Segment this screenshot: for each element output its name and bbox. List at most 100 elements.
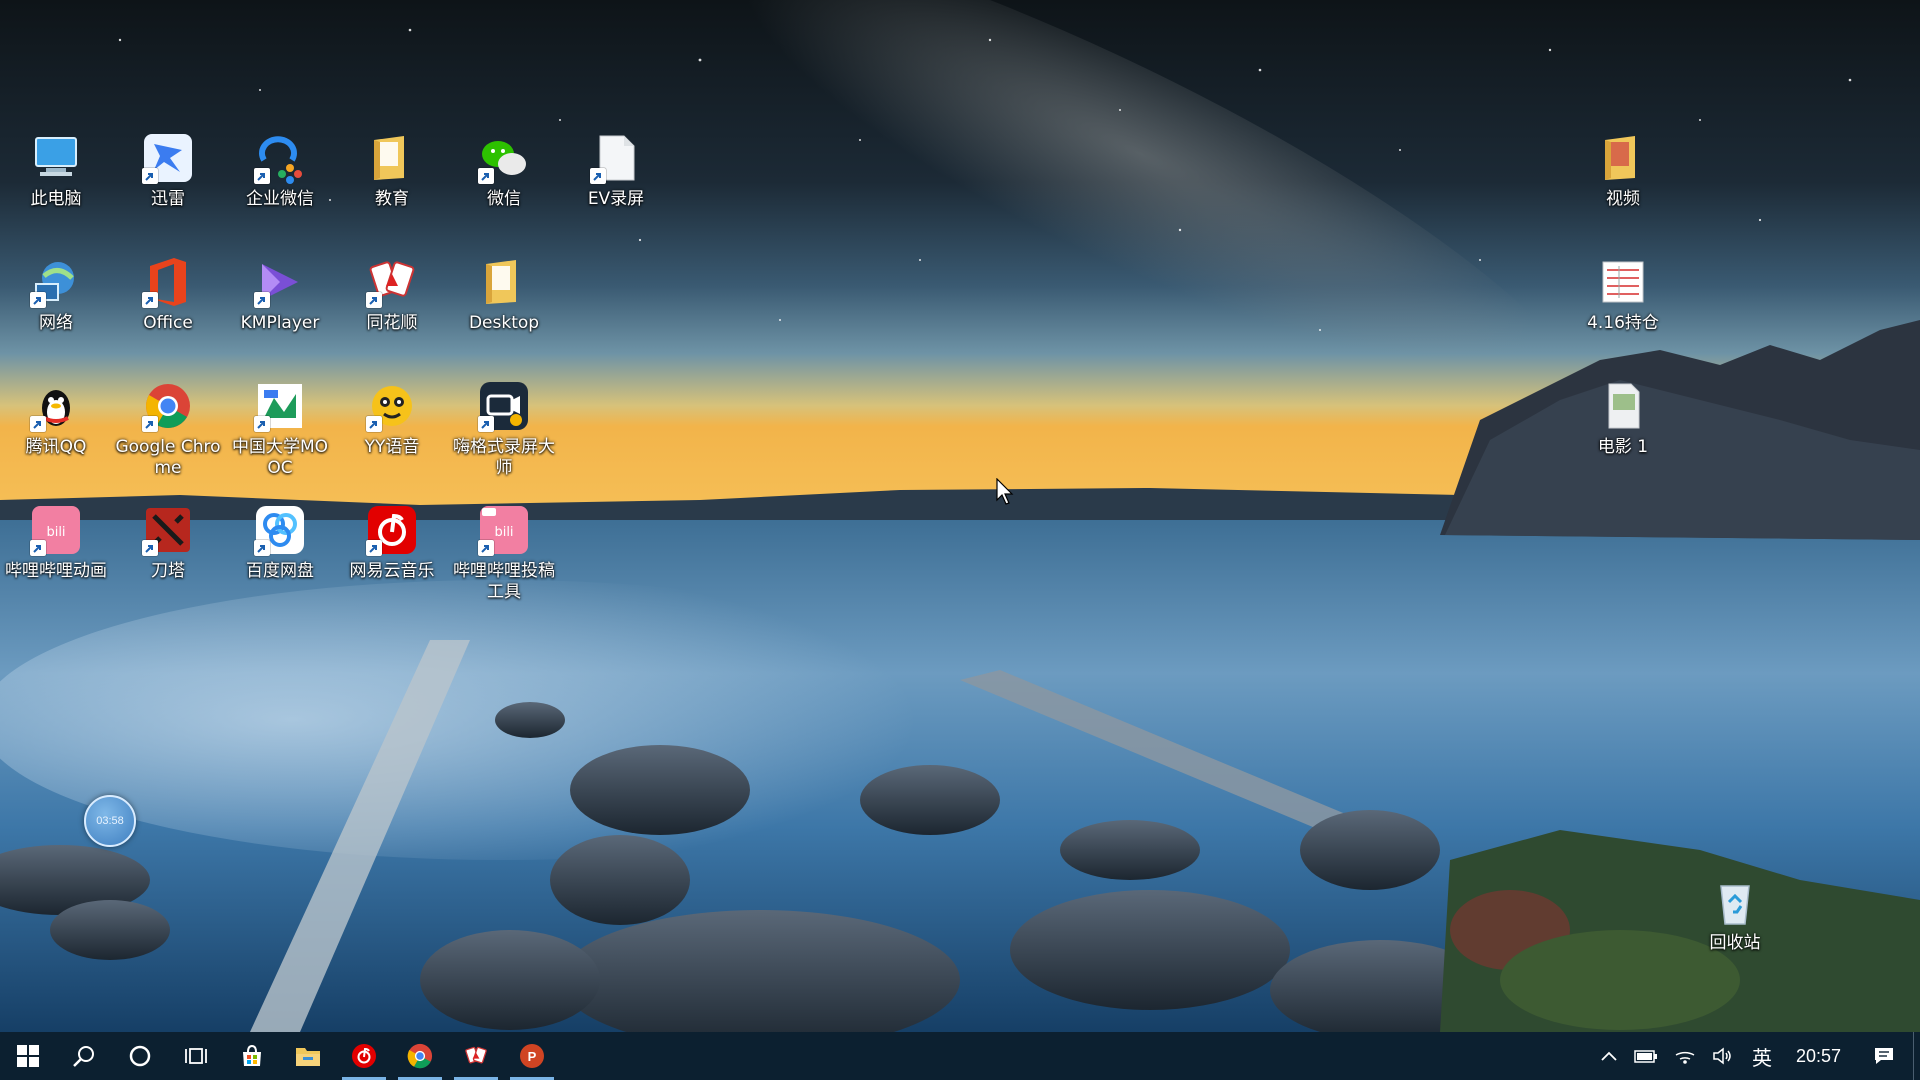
- shortcut-arrow-icon: [478, 168, 494, 184]
- system-tray: 英 20:57: [1592, 1032, 1920, 1080]
- desktop-icon-label: 迅雷: [151, 189, 185, 209]
- bilibili-upload-icon: bili: [476, 502, 532, 558]
- battery-button[interactable]: [1626, 1032, 1666, 1080]
- spreadsheet-icon: [1595, 254, 1651, 310]
- desktop-icon-label: 4.16持仓: [1587, 313, 1659, 333]
- desktop-icon-netease-music[interactable]: 网易云音乐: [338, 502, 446, 582]
- floating-timer-widget[interactable]: 03:58: [84, 795, 136, 847]
- tonghuashun-icon: [465, 1046, 487, 1064]
- desktop-icon-dota[interactable]: 刀塔: [114, 502, 222, 582]
- mooc-icon: [252, 378, 308, 434]
- timer-text: 03:58: [96, 815, 124, 827]
- taskbar-tonghuashun[interactable]: [448, 1032, 504, 1080]
- baidu-netdisk-icon: [252, 502, 308, 558]
- shortcut-arrow-icon: [254, 540, 270, 556]
- desktop-icon-network[interactable]: 网络: [2, 254, 110, 334]
- shortcut-arrow-icon: [366, 540, 382, 556]
- desktop-icon-label: 刀塔: [151, 561, 185, 581]
- this-pc-icon: [28, 130, 84, 186]
- shortcut-arrow-icon: [254, 292, 270, 308]
- speaker-icon: [1713, 1047, 1731, 1065]
- search-icon: [73, 1046, 94, 1067]
- shortcut-arrow-icon: [30, 416, 46, 432]
- desktop-icon-qq[interactable]: 腾讯QQ: [2, 378, 110, 458]
- yy-icon: [364, 378, 420, 434]
- shortcut-arrow-icon: [254, 168, 270, 184]
- notification-icon: [1875, 1048, 1893, 1064]
- shortcut-arrow-icon: [30, 540, 46, 556]
- desktop-icon-label: 哔哩哔哩投稿工具: [453, 561, 555, 602]
- folder-icon: [364, 130, 420, 186]
- desktop-icon-label: 企业微信: [246, 189, 314, 209]
- shortcut-arrow-icon: [590, 168, 606, 184]
- desktop-icon-this-pc[interactable]: 此电脑: [2, 130, 110, 210]
- desktop-icon-desktop-folder[interactable]: Desktop: [450, 254, 558, 334]
- taskbar-store[interactable]: [224, 1032, 280, 1080]
- taskbar-powerpoint[interactable]: P: [504, 1032, 560, 1080]
- start-button[interactable]: [0, 1032, 56, 1080]
- recycle-bin-icon: [1707, 874, 1763, 930]
- desktop-icon-label: 嗨格式录屏大师: [453, 437, 555, 478]
- show-hidden-icons-button[interactable]: [1592, 1032, 1626, 1080]
- shortcut-arrow-icon: [142, 540, 158, 556]
- bilibili-icon: bili: [28, 502, 84, 558]
- desktop-icon-education-folder[interactable]: 教育: [338, 130, 446, 210]
- chevron-up-icon: [1601, 1051, 1617, 1061]
- search-button[interactable]: [56, 1032, 112, 1080]
- desktop-icon-label: 中国大学MOOC: [231, 437, 329, 478]
- desktop-icon-tonghuashun[interactable]: 同花顺: [338, 254, 446, 334]
- desktop-icon-bilibili-upload[interactable]: bili 哔哩哔哩投稿工具: [450, 502, 558, 603]
- desktop-icon-label: 视频: [1606, 189, 1640, 209]
- desktop-icon-label: YY语音: [364, 437, 420, 457]
- dota-icon: [140, 502, 196, 558]
- cortana-button[interactable]: [112, 1032, 168, 1080]
- wechat-icon: [476, 130, 532, 186]
- desktop-icon-recycle-bin[interactable]: 回收站: [1681, 874, 1789, 954]
- volume-button[interactable]: [1704, 1032, 1742, 1080]
- desktop-icon-wechat[interactable]: 微信: [450, 130, 558, 210]
- network-button[interactable]: [1666, 1032, 1704, 1080]
- show-desktop-button[interactable]: [1913, 1032, 1920, 1080]
- desktop-icon-bilibili[interactable]: bili 哔哩哔哩动画: [2, 502, 110, 582]
- desktop-icon-google-chrome[interactable]: Google Chrome: [114, 378, 222, 479]
- svg-text:bili: bili: [46, 525, 65, 540]
- desktop-icon-label: 回收站: [1709, 933, 1761, 953]
- desktop-icon-wecom[interactable]: 企业微信: [226, 130, 334, 210]
- svg-text:bili: bili: [494, 525, 513, 540]
- desktop-icon-video-folder[interactable]: 视频: [1569, 130, 1677, 210]
- mouse-cursor-icon: [996, 477, 1016, 510]
- qq-penguin-icon: [28, 378, 84, 434]
- file-icon: [588, 130, 644, 186]
- action-center-button[interactable]: [1855, 1032, 1913, 1080]
- desktop-icon-screen-recorder[interactable]: 嗨格式录屏大师: [450, 378, 558, 479]
- shortcut-arrow-icon: [30, 292, 46, 308]
- task-view-button[interactable]: [168, 1032, 224, 1080]
- desktop-icon-office[interactable]: Office: [114, 254, 222, 334]
- desktop-icon-holdings-sheet[interactable]: 4.16持仓: [1569, 254, 1677, 334]
- desktop-icon-label: Google Chrome: [115, 437, 221, 478]
- desktop-icon-kmplayer[interactable]: KMPlayer: [226, 254, 334, 334]
- shortcut-arrow-icon: [142, 168, 158, 184]
- desktop-icon-baidu-netdisk[interactable]: 百度网盘: [226, 502, 334, 582]
- desktop-icon-label: 腾讯QQ: [25, 437, 87, 457]
- desktop-icon-ev-recorder[interactable]: EV录屏: [562, 130, 670, 210]
- taskbar: P 英 20:57: [0, 1032, 1920, 1080]
- desktop-icon-mooc[interactable]: 中国大学MOOC: [226, 378, 334, 479]
- shortcut-arrow-icon: [478, 416, 494, 432]
- taskbar-clock[interactable]: 20:57: [1782, 1046, 1855, 1067]
- taskbar-file-explorer[interactable]: [280, 1032, 336, 1080]
- desktop-icon-yy[interactable]: YY语音: [338, 378, 446, 458]
- netease-music-icon: [364, 502, 420, 558]
- desktop-icon-xunlei[interactable]: 迅雷: [114, 130, 222, 210]
- network-icon: [28, 254, 84, 310]
- input-method-indicator[interactable]: 英: [1742, 1042, 1782, 1071]
- shortcut-arrow-icon: [142, 416, 158, 432]
- cortana-icon: [129, 1045, 151, 1067]
- desktop-icon-label: 网络: [39, 313, 73, 333]
- file-explorer-icon: [296, 1048, 320, 1066]
- desktop-icon-label: EV录屏: [587, 189, 645, 209]
- taskbar-netease-music[interactable]: [336, 1032, 392, 1080]
- taskbar-chrome[interactable]: [392, 1032, 448, 1080]
- desktop-icon-movie-file[interactable]: 电影 1: [1569, 378, 1677, 458]
- chrome-icon: [407, 1043, 433, 1069]
